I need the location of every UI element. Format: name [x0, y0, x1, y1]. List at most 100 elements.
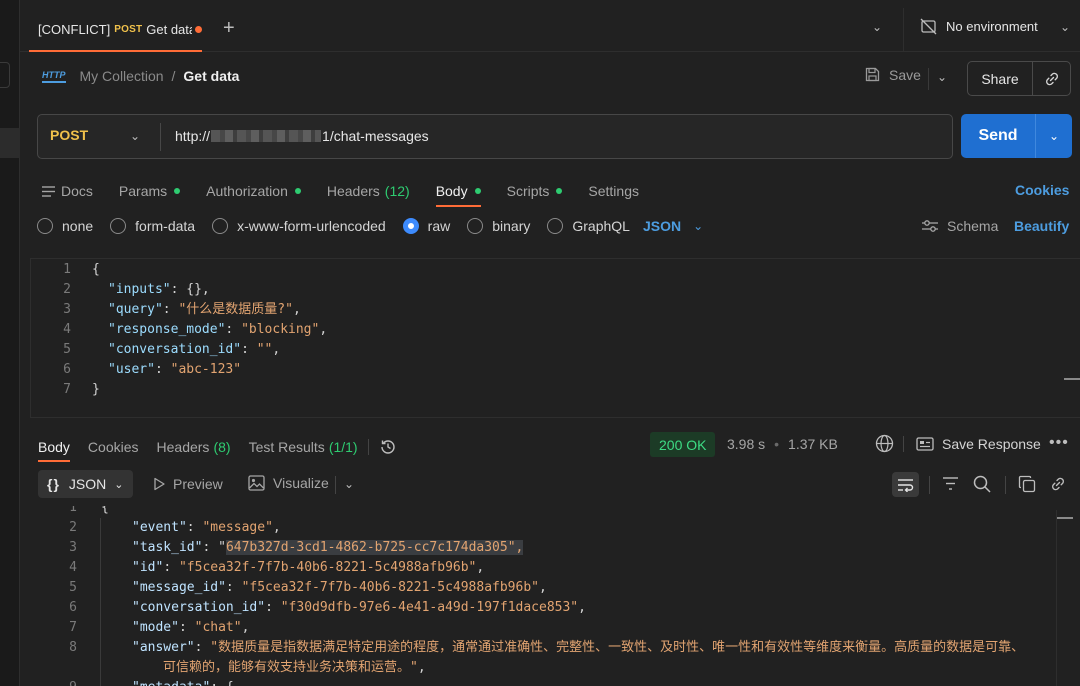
radio-circle-icon	[547, 218, 564, 234]
environment-selector[interactable]: No environment	[920, 18, 1038, 35]
response-tab-label: Cookies	[87, 439, 139, 455]
line-number: 1	[63, 262, 71, 277]
line-number: 9	[37, 678, 77, 686]
line-number: 2	[63, 282, 71, 297]
radio-label: GraphQL	[572, 218, 630, 234]
save-response-button[interactable]: Save Response	[916, 436, 1041, 452]
tabs-chevron-down-icon[interactable]: ⌄	[872, 20, 882, 34]
code-line: "response_mode": "blocking",	[108, 320, 327, 340]
send-button[interactable]: Send	[961, 127, 1035, 145]
sidebar-selected-item[interactable]	[0, 128, 20, 158]
tab-scripts[interactable]: Scripts	[507, 176, 563, 206]
response-body-editor[interactable]: 1 {2 "event": "message", 3 "task_id": "647b3…	[30, 506, 1060, 686]
sidebar-box[interactable]	[0, 62, 10, 88]
tab-get-data[interactable]: [CONFLICT] POST Get data	[29, 8, 202, 52]
json-key: "mode"	[132, 620, 179, 635]
play-icon	[154, 477, 165, 491]
tab-params[interactable]: Params	[118, 176, 181, 206]
wrap-lines-button[interactable]	[892, 472, 919, 497]
toolbar-divider-2	[1005, 476, 1006, 494]
new-tab-plus-icon[interactable]: +	[223, 18, 235, 38]
breadcrumb-request-name[interactable]: Get data	[183, 68, 239, 84]
copy-link-button[interactable]	[1033, 70, 1070, 88]
preview-button[interactable]: Preview	[153, 476, 223, 492]
response-tab-cookies[interactable]: Cookies	[88, 433, 139, 461]
radio-binary[interactable]: binary	[467, 218, 530, 234]
share-button[interactable]: Share	[968, 71, 1032, 87]
tab-authorization[interactable]: Authorization	[206, 176, 301, 206]
raw-format-select[interactable]: JSON ⌄	[643, 218, 703, 234]
method-select[interactable]: POST	[50, 127, 88, 143]
link-icon	[1045, 72, 1058, 85]
tab-label: Headers	[326, 183, 380, 199]
response-meta: 3.98 s • 1.37 KB	[727, 436, 838, 452]
json-string: "f5cea32f-7f7b-40b6-8221-5c4988afb96b"	[178, 560, 477, 575]
json-string: "f5cea32f-7f7b-40b6-8221-5c4988afb96b"	[241, 580, 539, 595]
tab-label: Body	[435, 183, 468, 199]
line-number: 6	[63, 362, 71, 377]
cookies-link[interactable]: Cookies	[1015, 182, 1069, 198]
response-size[interactable]: 1.37 KB	[788, 436, 838, 452]
visualize-button[interactable]: Visualize	[248, 475, 329, 491]
save-icon	[865, 67, 880, 82]
code-line: "conversation_id": "f30d9dfb-97e6-4e41-a…	[132, 598, 586, 618]
code-line: }	[92, 380, 100, 400]
no-environment-icon	[920, 18, 937, 35]
method-chevron-down-icon[interactable]: ⌄	[130, 129, 140, 143]
tab-docs[interactable]: Docs	[42, 176, 93, 206]
url-input[interactable]: http:// 1/chat-messages	[175, 128, 429, 144]
environment-label: No environment	[946, 19, 1038, 34]
more-options-icon[interactable]: •••	[1049, 434, 1069, 452]
request-body-editor[interactable]: 1 {2 "inputs": {}, 3 "query": "什么是数据质量?", 4 "r…	[30, 258, 1080, 418]
code-line: "inputs": {},	[108, 280, 210, 300]
tab-name: Get data	[146, 21, 192, 37]
radio-form-data[interactable]: form-data	[110, 218, 195, 234]
visualize-chevron-down-icon[interactable]: ⌄	[344, 477, 354, 491]
response-tab-label: Body	[38, 439, 70, 455]
status-badge: 200 OK	[650, 432, 716, 457]
history-icon[interactable]	[379, 438, 397, 456]
response-tab-headers[interactable]: Headers (8)	[157, 433, 231, 461]
response-link-icon[interactable]	[1049, 475, 1067, 496]
active-indicator-dot-icon	[556, 188, 563, 194]
line-number: 3	[63, 302, 71, 317]
schema-button[interactable]: Schema	[921, 218, 998, 234]
send-options-chevron-down-icon[interactable]: ⌄	[1036, 129, 1072, 143]
tab-label: Params	[118, 183, 168, 199]
json-punct: :	[241, 342, 257, 357]
environment-chevron-down-icon[interactable]: ⌄	[1060, 20, 1070, 34]
breadcrumb: HTTP My Collection / Get data	[42, 68, 239, 84]
beautify-button[interactable]: Beautify	[1014, 218, 1069, 234]
line-number: 7	[69, 620, 77, 635]
tab-body[interactable]: Body	[435, 176, 481, 207]
radio-GraphQL[interactable]: GraphQL	[547, 218, 630, 234]
copy-icon[interactable]	[1018, 475, 1036, 496]
code-line: "task_id": "647b327d-3cd1-4862-b725-cc7c…	[132, 538, 524, 558]
radio-raw[interactable]: raw	[402, 218, 450, 234]
tab-settings[interactable]: Settings	[588, 176, 639, 206]
response-time[interactable]: 3.98 s	[727, 436, 765, 452]
response-tab-body[interactable]: Body	[38, 433, 70, 462]
filter-icon[interactable]	[942, 476, 959, 494]
tab-headers[interactable]: Headers (12)	[327, 176, 410, 206]
json-key: "task_id"	[132, 540, 203, 555]
visualize-label: Visualize	[273, 475, 329, 491]
response-tab-test-results[interactable]: Test Results (1/1)	[249, 433, 358, 461]
response-tabs-divider	[367, 439, 369, 455]
breadcrumb-collection[interactable]: My Collection	[80, 68, 164, 84]
network-globe-icon[interactable]	[875, 434, 894, 456]
json-punct: ,	[241, 620, 250, 635]
radio-x-www-form-urlencoded[interactable]: x-www-form-urlencoded	[212, 218, 386, 234]
json-key: "id"	[132, 560, 164, 575]
radio-none[interactable]: none	[37, 218, 93, 234]
radio-circle-icon	[37, 218, 53, 234]
json-punct: : "	[202, 540, 226, 555]
save-button[interactable]: Save	[864, 66, 921, 83]
response-format-select[interactable]: {} JSON ⌄	[38, 470, 133, 498]
save-response-label: Save Response	[942, 436, 1041, 452]
save-options-chevron-down-icon[interactable]: ⌄	[937, 70, 947, 84]
share-button-group: Share	[967, 61, 1071, 96]
search-icon[interactable]	[973, 475, 991, 496]
radio-label: binary	[492, 218, 531, 234]
docs-icon	[42, 185, 55, 197]
